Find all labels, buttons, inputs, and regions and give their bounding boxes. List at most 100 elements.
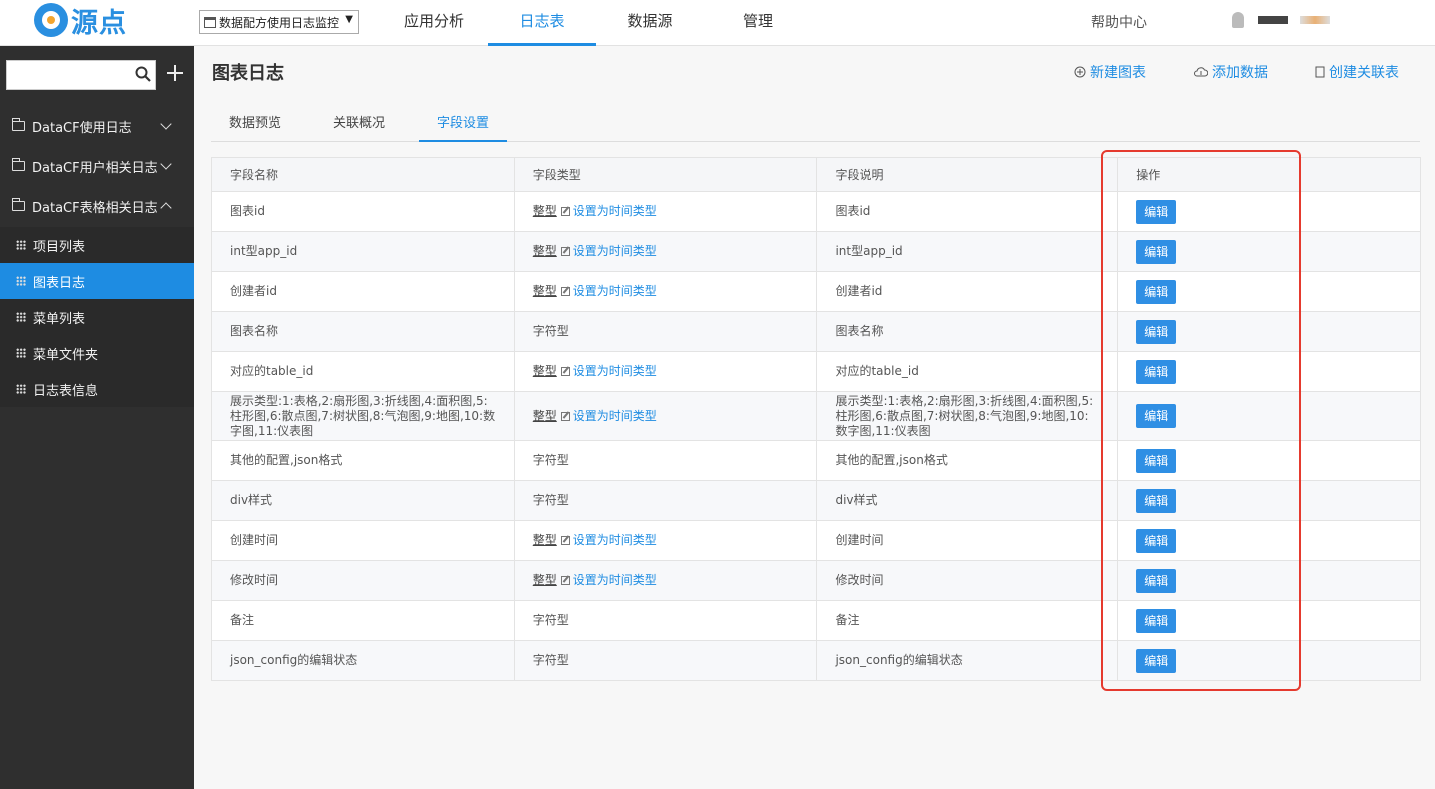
table-row: int型app_id 整型 设置为时间类型 int型app_id 编辑 xyxy=(211,231,1421,272)
edit-button[interactable]: 编辑 xyxy=(1136,239,1177,264)
nav-manage[interactable]: 管理 xyxy=(704,0,812,46)
sidebar-item-menu-folder[interactable]: 菜单文件夹 xyxy=(0,335,194,371)
edit-button[interactable]: 编辑 xyxy=(1136,279,1177,304)
set-time-type-link[interactable]: 设置为时间类型 xyxy=(573,244,657,258)
set-time-type-link[interactable]: 设置为时间类型 xyxy=(573,284,657,298)
field-type-cell: 字符型 xyxy=(513,480,818,521)
edit-button[interactable]: 编辑 xyxy=(1136,319,1177,344)
new-chart-button[interactable]: 新建图表 xyxy=(1074,62,1146,82)
field-type-link[interactable]: 整型 xyxy=(533,409,557,423)
field-type-cell: 整型 设置为时间类型 xyxy=(513,191,818,232)
field-name-cell: 创建者id xyxy=(211,271,515,312)
edit-button[interactable]: 编辑 xyxy=(1136,608,1177,633)
field-desc-cell: 展示类型:1:表格,2:扇形图,3:折线图,4:面积图,5:柱形图,6:散点图,… xyxy=(816,391,1119,441)
field-type-cell: 整型 设置为时间类型 xyxy=(513,271,818,312)
logo[interactable]: 源点 xyxy=(34,3,127,39)
field-name-cell: 修改时间 xyxy=(211,560,515,601)
folder-datacf-usage-log[interactable]: DataCF使用日志 xyxy=(0,106,194,146)
tab-join-overview[interactable]: 关联概况 xyxy=(315,112,403,142)
field-type-link[interactable]: 整型 xyxy=(533,533,557,547)
top-bar: 源点 数据配方使用日志监控 ▼ 应用分析 日志表 数据源 管理 帮助中心 xyxy=(0,0,1435,46)
nav-log-table[interactable]: 日志表 xyxy=(488,0,596,46)
field-type-cell: 字符型 xyxy=(513,600,818,641)
plus-circle-icon xyxy=(1074,66,1086,78)
add-data-button[interactable]: 添加数据 xyxy=(1194,62,1268,82)
document-icon xyxy=(1315,66,1325,78)
create-join-table-button[interactable]: 创建关联表 xyxy=(1315,62,1399,82)
field-desc-cell: 备注 xyxy=(816,600,1119,641)
folder-label: DataCF用户相关日志 xyxy=(32,160,158,176)
field-type-cell: 整型 设置为时间类型 xyxy=(513,520,818,561)
field-desc-cell: 创建者id xyxy=(816,271,1119,312)
main-nav: 应用分析 日志表 数据源 管理 xyxy=(380,0,812,46)
field-type-link[interactable]: 整型 xyxy=(533,204,557,218)
edit-button[interactable]: 编辑 xyxy=(1136,448,1177,473)
edit-button[interactable]: 编辑 xyxy=(1136,199,1177,224)
field-name-cell: div样式 xyxy=(211,480,515,521)
field-type-cell: 整型 设置为时间类型 xyxy=(513,351,818,392)
field-type: 字符型 xyxy=(532,453,569,467)
field-type: 字符型 xyxy=(532,613,569,627)
set-time-type-link[interactable]: 设置为时间类型 xyxy=(573,409,657,423)
sidebar-item-label: 图表日志 xyxy=(33,275,86,291)
field-name-cell: 图表名称 xyxy=(211,311,515,352)
project-select[interactable]: 数据配方使用日志监控 ▼ xyxy=(199,10,359,34)
set-time-type-link[interactable]: 设置为时间类型 xyxy=(573,573,657,587)
table-row: 展示类型:1:表格,2:扇形图,3:折线图,4:面积图,5:柱形图,6:散点图,… xyxy=(211,391,1421,441)
field-type-link[interactable]: 整型 xyxy=(533,284,557,298)
operation-cell: 编辑 xyxy=(1117,351,1421,392)
sidebar-item-chart-log[interactable]: 图表日志 xyxy=(0,263,194,299)
field-type-link[interactable]: 整型 xyxy=(533,244,557,258)
set-time-type-link[interactable]: 设置为时间类型 xyxy=(573,364,657,378)
table-row: 对应的table_id 整型 设置为时间类型 对应的table_id 编辑 xyxy=(211,351,1421,392)
grid-icon xyxy=(16,312,26,322)
field-type-link[interactable]: 整型 xyxy=(533,573,557,587)
operation-cell: 编辑 xyxy=(1117,640,1421,681)
cloud-upload-icon xyxy=(1194,67,1208,77)
sidebar-search-input[interactable] xyxy=(6,60,156,90)
set-time-type-link[interactable]: 设置为时间类型 xyxy=(573,533,657,547)
edit-button[interactable]: 编辑 xyxy=(1136,528,1177,553)
table-row: 创建时间 整型 设置为时间类型 创建时间 编辑 xyxy=(211,520,1421,561)
edit-icon xyxy=(560,287,570,296)
folder-datacf-table-log[interactable]: DataCF表格相关日志 xyxy=(0,186,194,226)
table-row: json_config的编辑状态 字符型 json_config的编辑状态 编辑 xyxy=(211,640,1421,681)
help-center-link[interactable]: 帮助中心 xyxy=(1091,12,1147,32)
field-desc-cell: 其他的配置,json格式 xyxy=(816,440,1119,481)
grid-icon xyxy=(16,240,26,250)
nav-app-analysis[interactable]: 应用分析 xyxy=(380,0,488,46)
field-settings-table: 字段名称 字段类型 字段说明 操作 图表id 整型 设置为时间类型 图表id 编辑 int… xyxy=(211,157,1421,681)
table-row: 创建者id 整型 设置为时间类型 创建者id 编辑 xyxy=(211,271,1421,312)
edit-button[interactable]: 编辑 xyxy=(1136,359,1177,384)
edit-button[interactable]: 编辑 xyxy=(1136,488,1177,513)
folder-icon xyxy=(12,118,25,131)
user-menu[interactable] xyxy=(1232,12,1330,28)
folder-datacf-user-log[interactable]: DataCF用户相关日志 xyxy=(0,146,194,186)
add-icon[interactable] xyxy=(166,64,184,82)
operation-cell: 编辑 xyxy=(1117,520,1421,561)
edit-icon xyxy=(560,576,570,585)
set-time-type-link[interactable]: 设置为时间类型 xyxy=(573,204,657,218)
search-icon[interactable] xyxy=(135,66,151,82)
tab-data-preview[interactable]: 数据预览 xyxy=(211,112,299,142)
nav-data-source[interactable]: 数据源 xyxy=(596,0,704,46)
grid-icon xyxy=(16,348,26,358)
sidebar-item-log-table-info[interactable]: 日志表信息 xyxy=(0,371,194,407)
field-type-link[interactable]: 整型 xyxy=(533,364,557,378)
new-chart-label: 新建图表 xyxy=(1090,65,1146,81)
field-desc-cell: 图表名称 xyxy=(816,311,1119,352)
sidebar-item-menu-list[interactable]: 菜单列表 xyxy=(0,299,194,335)
table-row: 图表id 整型 设置为时间类型 图表id 编辑 xyxy=(211,191,1421,232)
edit-button[interactable]: 编辑 xyxy=(1136,648,1177,673)
edit-button[interactable]: 编辑 xyxy=(1136,404,1177,428)
field-type-cell: 字符型 xyxy=(513,440,818,481)
sidebar-item-label: 菜单列表 xyxy=(33,311,86,327)
header-field-desc: 字段说明 xyxy=(816,157,1119,192)
tab-field-settings[interactable]: 字段设置 xyxy=(419,112,507,142)
field-type-cell: 字符型 xyxy=(513,640,818,681)
operation-cell: 编辑 xyxy=(1117,600,1421,641)
sidebar-item-project-list[interactable]: 项目列表 xyxy=(0,227,194,263)
edit-icon xyxy=(560,536,570,545)
edit-button[interactable]: 编辑 xyxy=(1136,568,1177,593)
field-name-cell: 创建时间 xyxy=(211,520,515,561)
